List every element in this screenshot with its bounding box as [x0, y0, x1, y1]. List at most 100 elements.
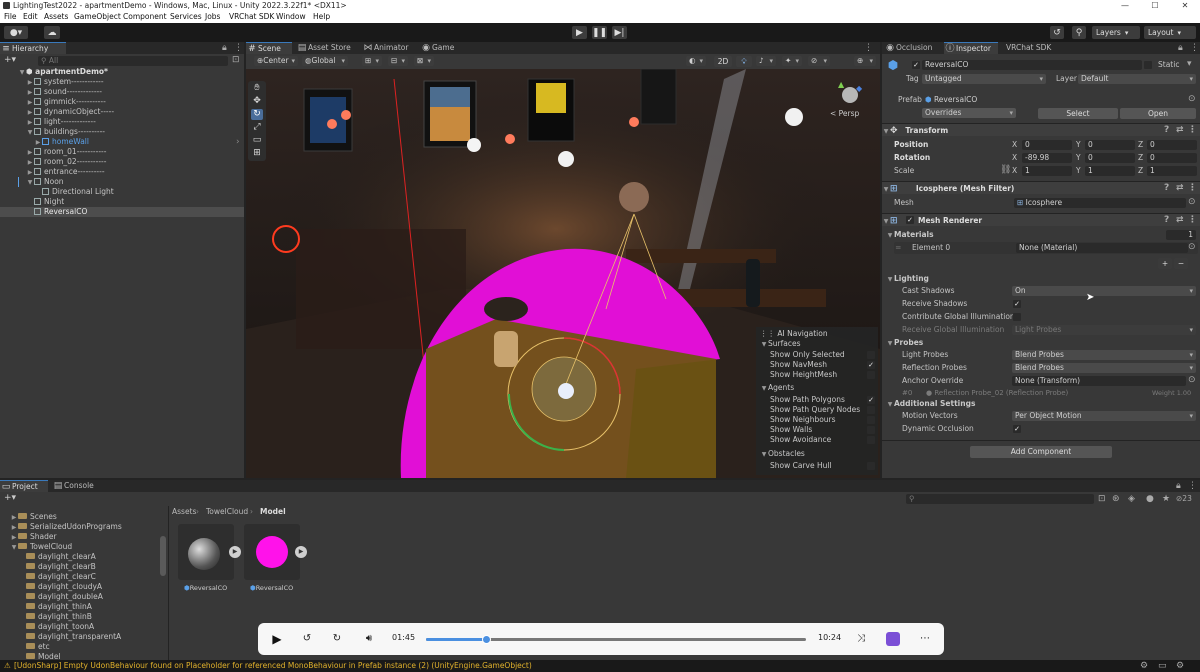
- pivot-dropdown[interactable]: ⊕Center: [254, 56, 298, 66]
- show-path-polygons-checkbox[interactable]: ✓: [867, 396, 875, 404]
- progress-icon[interactable]: ▭: [1158, 662, 1167, 671]
- play-icon[interactable]: ▶: [270, 632, 284, 646]
- folder-item[interactable]: daylight_thinA: [26, 602, 92, 612]
- increment-dropdown[interactable]: ⊠: [414, 56, 434, 66]
- tab-hierarchy[interactable]: ≡ Hierarchy: [0, 42, 66, 54]
- help-icon[interactable]: ?: [1164, 184, 1169, 193]
- link-icon[interactable]: ⛓︎: [1000, 166, 1011, 175]
- volume-icon[interactable]: 🔊︎: [362, 632, 376, 646]
- contribute-gi-checkbox[interactable]: [1013, 313, 1021, 321]
- debug-icon[interactable]: ⚙: [1140, 662, 1148, 671]
- folder-item[interactable]: ▶ SerializedUdonPrograms: [10, 522, 122, 532]
- mesh-renderer-header[interactable]: ▼ ⊞ ✓ Mesh Renderer ? ⇄ ⋮: [882, 213, 1200, 226]
- seek-bar[interactable]: [426, 635, 806, 644]
- show-navmesh-checkbox[interactable]: ✓: [867, 361, 875, 369]
- anchor-override-field[interactable]: None (Transform): [1012, 376, 1186, 386]
- target-icon[interactable]: ⊙: [1188, 243, 1196, 252]
- help-icon[interactable]: ?: [1164, 216, 1169, 225]
- asset-tile[interactable]: [178, 524, 234, 580]
- help-icon[interactable]: ?: [1164, 126, 1169, 135]
- favorite-icon[interactable]: ●: [1146, 495, 1154, 504]
- overlay-section-obstacles[interactable]: ▼ Obstacles: [760, 449, 805, 459]
- show-walls-checkbox[interactable]: [867, 426, 875, 434]
- prefab-field[interactable]: ⬢ ReversalCO: [922, 95, 1186, 105]
- expand-asset-icon[interactable]: ▶: [229, 546, 241, 558]
- rect-tool-icon[interactable]: ▭: [251, 135, 263, 146]
- add-component-button[interactable]: Add Component: [970, 446, 1112, 458]
- gizmos-dropdown[interactable]: ⊕: [854, 56, 876, 66]
- maximize-button[interactable]: ☐: [1140, 0, 1170, 11]
- hand-tool-icon[interactable]: ✋︎: [251, 83, 263, 94]
- transform-header[interactable]: ▼ ✥ Transform ? ⇄ ⋮: [882, 123, 1200, 136]
- tab-scene[interactable]: # Scene: [246, 42, 292, 54]
- lighting-toggle[interactable]: 💡︎: [736, 56, 752, 67]
- breadcrumb-item[interactable]: Assets: [172, 506, 196, 518]
- rotation-z-input[interactable]: 0: [1147, 153, 1197, 163]
- folder-item[interactable]: daylight_thinB: [26, 612, 92, 622]
- effects-dropdown[interactable]: ✦: [782, 56, 802, 66]
- tab-inspector[interactable]: ⓘ Inspector: [944, 42, 998, 54]
- folder-item[interactable]: daylight_clearB: [26, 562, 96, 572]
- scene-viewport[interactable]: ✋︎ ✥ ↻ ⤢ ▭ ⊞ ▲ ◆ < Persp ⋮⋮ AI Navigatio…: [246, 69, 880, 478]
- motion-vectors-dropdown[interactable]: Per Object Motion: [1012, 411, 1196, 421]
- tree-item-scene[interactable]: ▼ ⬢ apartmentDemo*: [18, 67, 108, 77]
- menu-help[interactable]: Help: [313, 11, 330, 23]
- static-checkbox[interactable]: [1144, 61, 1152, 69]
- show-carve-hull-checkbox[interactable]: [867, 462, 875, 470]
- hierarchy-search-input[interactable]: ⚲ All: [38, 56, 228, 66]
- rewind-10-icon[interactable]: ↺: [300, 632, 314, 646]
- more-icon[interactable]: ⋯: [918, 632, 932, 646]
- menu-services[interactable]: Services: [170, 11, 202, 23]
- static-dropdown-icon[interactable]: ▾: [1187, 60, 1192, 69]
- close-button[interactable]: ✕: [1170, 0, 1200, 11]
- tab-occlusion[interactable]: ◉ Occlusion: [884, 42, 940, 54]
- search-by-type-icon[interactable]: ⊡: [1098, 495, 1106, 504]
- expand-asset-icon[interactable]: ▶: [295, 546, 307, 558]
- probe-gizmo[interactable]: [558, 383, 574, 399]
- seek-handle[interactable]: [481, 635, 491, 644]
- materials-foldout[interactable]: ▼ Materials: [886, 230, 934, 240]
- app-icon[interactable]: [886, 632, 900, 646]
- z-axis-cone-icon[interactable]: ◆: [856, 85, 862, 93]
- visibility-dropdown[interactable]: ⊘: [808, 56, 830, 66]
- folder-item[interactable]: ▶ Shader: [10, 532, 57, 542]
- layout-dropdown[interactable]: Layout: [1144, 26, 1196, 39]
- menu-file[interactable]: File: [4, 11, 17, 23]
- materials-count-input[interactable]: 1: [1166, 230, 1196, 240]
- persp-label[interactable]: < Persp: [830, 109, 859, 118]
- open-button[interactable]: Open: [1120, 108, 1196, 119]
- folder-item[interactable]: daylight_clearC: [26, 572, 96, 582]
- preset-icon[interactable]: ⇄: [1176, 216, 1184, 225]
- move-tool-icon[interactable]: ✥: [251, 96, 263, 107]
- menu-component[interactable]: Component: [123, 11, 167, 23]
- add-material-button[interactable]: +: [1158, 258, 1172, 269]
- menu-assets[interactable]: Assets: [44, 11, 68, 23]
- space-dropdown[interactable]: ◍Global: [302, 56, 348, 66]
- mesh-filter-header[interactable]: ▼ ⊞ Icosphere (Mesh Filter) ? ⇄ ⋮: [882, 181, 1200, 194]
- dynamic-occlusion-checkbox[interactable]: ✓: [1013, 425, 1021, 433]
- mesh-renderer-enabled-checkbox[interactable]: ✓: [906, 216, 914, 224]
- more-icon[interactable]: ⋮: [1188, 126, 1197, 135]
- scale-tool-icon[interactable]: ⤢: [251, 122, 263, 133]
- settings-icon[interactable]: ⚙: [1176, 662, 1184, 671]
- tree-item[interactable]: ▶ dynamicObject-----: [26, 107, 114, 117]
- drag-handle-icon[interactable]: ═: [896, 243, 901, 253]
- target-icon[interactable]: ⊙: [1188, 198, 1196, 207]
- layer-dropdown[interactable]: Default: [1078, 74, 1196, 84]
- breadcrumb-item[interactable]: TowelCloud: [206, 506, 248, 518]
- tree-item[interactable]: ▼ Noon: [26, 177, 64, 187]
- position-z-input[interactable]: 0: [1147, 140, 1197, 150]
- tree-item[interactable]: ▶ entrance----------: [26, 167, 105, 177]
- receive-shadows-checkbox[interactable]: ✓: [1013, 300, 1021, 308]
- tree-item[interactable]: Night: [34, 197, 64, 207]
- lock-icon[interactable]: 🔒︎: [1176, 482, 1181, 491]
- tree-item[interactable]: ▶ room_02-----------: [26, 157, 107, 167]
- folder-item[interactable]: daylight_doubleA: [26, 592, 103, 602]
- tab-vrchat-sdk[interactable]: VRChat SDK: [994, 42, 1054, 54]
- overlay-section-agents[interactable]: ▼ Agents: [760, 383, 794, 393]
- mesh-field[interactable]: ⊞ Icosphere: [1014, 198, 1186, 208]
- menu-edit[interactable]: Edit: [23, 11, 38, 23]
- object-name-input[interactable]: ReversalCO: [922, 60, 1142, 70]
- 2d-toggle[interactable]: 2D: [714, 56, 732, 67]
- folder-item[interactable]: ▶ Scenes: [10, 512, 57, 522]
